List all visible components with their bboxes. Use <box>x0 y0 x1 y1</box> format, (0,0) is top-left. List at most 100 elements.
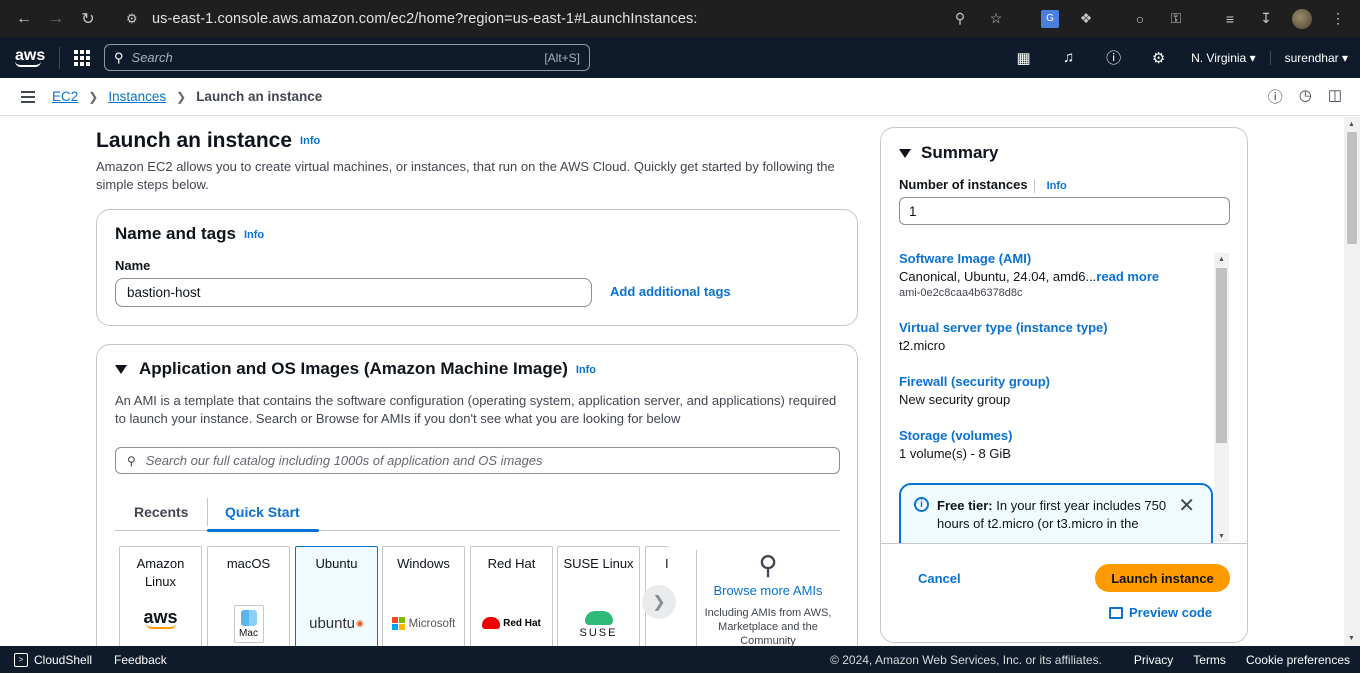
code-preview-icon <box>1109 606 1123 619</box>
menu-kebab-icon[interactable]: ⋮ <box>1322 3 1354 35</box>
bookmark-star-icon[interactable]: ☆ <box>980 3 1012 35</box>
notifications-bell-icon[interactable]: ♫ <box>1046 49 1091 66</box>
services-grid-icon[interactable] <box>74 49 90 66</box>
site-settings-icon[interactable]: ⚙ <box>126 11 144 27</box>
name-label: Name <box>115 258 151 273</box>
read-more-link[interactable]: read more <box>1096 269 1159 284</box>
translate-icon[interactable]: G <box>1034 3 1066 35</box>
privacy-link[interactable]: Privacy <box>1124 653 1183 667</box>
ami-info-link[interactable]: Info <box>576 364 596 376</box>
ami-search-placeholder: Search our full catalog including 1000s … <box>145 453 543 468</box>
main-content: Launch an instance Info Amazon EC2 allows… <box>0 117 1344 646</box>
download-icon[interactable]: ↧ <box>1250 3 1282 35</box>
browse-more-amis[interactable]: ⚲ Browse more AMIs Including AMIs from A… <box>699 550 837 646</box>
cloudshell-icon[interactable]: ▦ <box>1001 49 1046 67</box>
settings-gear-icon[interactable]: ⚙ <box>1136 49 1181 67</box>
breadcrumb-bar: EC2 ❯ Instances ❯ Launch an instance ⓘ ◷… <box>0 78 1360 116</box>
summary-title[interactable]: Summary <box>899 143 998 163</box>
chevron-right-icon: ❯ <box>88 89 99 104</box>
launch-instance-button[interactable]: Launch instance <box>1095 564 1230 592</box>
summary-instance-type: Virtual server type (instance type) t2.m… <box>899 319 1108 353</box>
reading-list-icon[interactable]: ≡ <box>1214 3 1246 35</box>
summary-ami: Software Image (AMI) Canonical, Ubuntu, … <box>899 250 1160 299</box>
summary-scrollbar[interactable]: ▲ ▼ <box>1214 253 1229 542</box>
password-key-icon[interactable]: ⚿ <box>1160 3 1192 35</box>
back-icon[interactable]: ← <box>8 3 40 35</box>
help-icon[interactable]: ⓘ <box>1091 47 1136 68</box>
ami-search-input[interactable]: ⚲ Search our full catalog including 1000… <box>115 447 840 474</box>
browser-toolbar: ← → ↻ ⚙ us-east-1.console.aws.amazon.com… <box>0 0 1360 37</box>
close-icon[interactable]: ✕ <box>1178 493 1195 518</box>
search-icon: ⚲ <box>127 453 136 468</box>
tab-recents[interactable]: Recents <box>134 493 188 531</box>
cloudshell-button[interactable]: > CloudShell <box>14 652 92 667</box>
breadcrumb: EC2 ❯ Instances ❯ Launch an instance <box>52 89 322 104</box>
account-menu[interactable]: surendhar ▾ <box>1269 50 1360 65</box>
terms-link[interactable]: Terms <box>1183 653 1236 667</box>
ami-tile-redhat[interactable]: Red Hat Red Hat <box>470 546 553 646</box>
incognito-icon[interactable]: ○ <box>1124 3 1156 35</box>
breadcrumb-ec2[interactable]: EC2 <box>52 89 78 104</box>
name-tags-info-link[interactable]: Info <box>244 229 264 241</box>
forward-icon[interactable]: → <box>40 3 72 35</box>
aws-top-nav: aws ⚲ Search [Alt+S] ▦ ♫ ⓘ ⚙ N. Virginia… <box>0 37 1360 78</box>
add-additional-tags-link[interactable]: Add additional tags <box>610 284 731 299</box>
browse-more-amis-link[interactable]: Browse more AMIs <box>699 583 837 598</box>
preview-code-button[interactable]: Preview code <box>1109 605 1212 620</box>
search-shortcut: [Alt+S] <box>544 50 580 65</box>
summary-panel: Summary Number of instances Info 1 Softwa… <box>880 127 1248 643</box>
terminal-icon: > <box>14 652 28 667</box>
ami-panel: Application and OS Images (Amazon Machin… <box>96 344 858 646</box>
info-circle-icon: i <box>914 497 929 512</box>
redhat-logo-icon: Red Hat <box>471 617 552 629</box>
instance-type-link[interactable]: Virtual server type (instance type) <box>899 319 1108 337</box>
page-scrollbar[interactable]: ▲ ▼ <box>1344 117 1360 646</box>
cookie-preferences-link[interactable]: Cookie preferences <box>1236 653 1360 667</box>
num-instances-label: Number of instances Info <box>899 177 1067 193</box>
active-tab-indicator <box>207 529 319 532</box>
ami-title[interactable]: Application and OS Images (Amazon Machin… <box>115 359 596 379</box>
collapse-caret-icon[interactable] <box>899 149 911 159</box>
page-title: Launch an instance Info <box>96 129 321 152</box>
ami-tile-amazon-linux[interactable]: Amazon Linux aws <box>119 546 202 646</box>
extensions-icon[interactable]: ❖ <box>1070 3 1102 35</box>
number-of-instances-input[interactable]: 1 <box>899 197 1230 225</box>
search-large-icon: ⚲ <box>758 550 778 580</box>
summary-details: Software Image (AMI) Canonical, Ubuntu, … <box>881 250 1247 544</box>
tab-quick-start[interactable]: Quick Start <box>207 498 300 526</box>
feedback-link[interactable]: Feedback <box>114 653 167 667</box>
next-tiles-button[interactable]: ❯ <box>642 585 676 619</box>
ami-tile-suse[interactable]: SUSE Linux SUSE <box>557 546 640 646</box>
console-search-input[interactable]: ⚲ Search [Alt+S] <box>104 44 590 71</box>
mac-finder-icon: Mac <box>208 605 289 643</box>
page-info-link[interactable]: Info <box>300 135 320 147</box>
side-nav-menu-icon[interactable] <box>21 90 35 103</box>
summary-firewall: Firewall (security group) New security g… <box>899 373 1050 407</box>
breadcrumb-instances[interactable]: Instances <box>108 89 166 104</box>
reload-icon[interactable]: ↻ <box>72 3 104 35</box>
storage-link[interactable]: Storage (volumes) <box>899 427 1012 445</box>
zoom-icon[interactable]: ⚲ <box>944 3 976 35</box>
region-selector[interactable]: N. Virginia ▾ <box>1181 51 1270 65</box>
history-icon[interactable]: ◷ <box>1299 86 1312 107</box>
search-icon: ⚲ <box>114 49 124 65</box>
ami-link[interactable]: Software Image (AMI) <box>899 250 1159 268</box>
info-panel-icon[interactable]: ⓘ <box>1268 86 1283 107</box>
aws-logo[interactable]: aws <box>15 47 45 67</box>
address-bar[interactable]: us-east-1.console.aws.amazon.com/ec2/hom… <box>152 11 698 27</box>
free-tier-alert: i Free tier: In your first year includes… <box>899 483 1213 543</box>
ami-tile-ubuntu[interactable]: Ubuntu ubuntu ◉ <box>295 546 378 646</box>
firewall-link[interactable]: Firewall (security group) <box>899 373 1050 391</box>
tools-panel-icon[interactable]: ◫ <box>1328 86 1342 107</box>
ami-tile-windows[interactable]: Windows Microsoft <box>382 546 465 646</box>
profile-avatar[interactable] <box>1286 3 1318 35</box>
ami-tile-macos[interactable]: macOS Mac <box>207 546 290 646</box>
page-description: Amazon EC2 allows you to create virtual … <box>96 159 835 192</box>
cancel-button[interactable]: Cancel <box>918 571 961 586</box>
num-instances-info-link[interactable]: Info <box>1047 180 1067 192</box>
chevron-right-icon: ❯ <box>652 594 666 611</box>
name-tags-title: Name and tags Info <box>115 224 265 243</box>
instance-name-input[interactable]: bastion-host <box>115 278 592 307</box>
collapse-caret-icon[interactable] <box>115 365 127 375</box>
microsoft-logo-icon: Microsoft <box>383 617 464 630</box>
